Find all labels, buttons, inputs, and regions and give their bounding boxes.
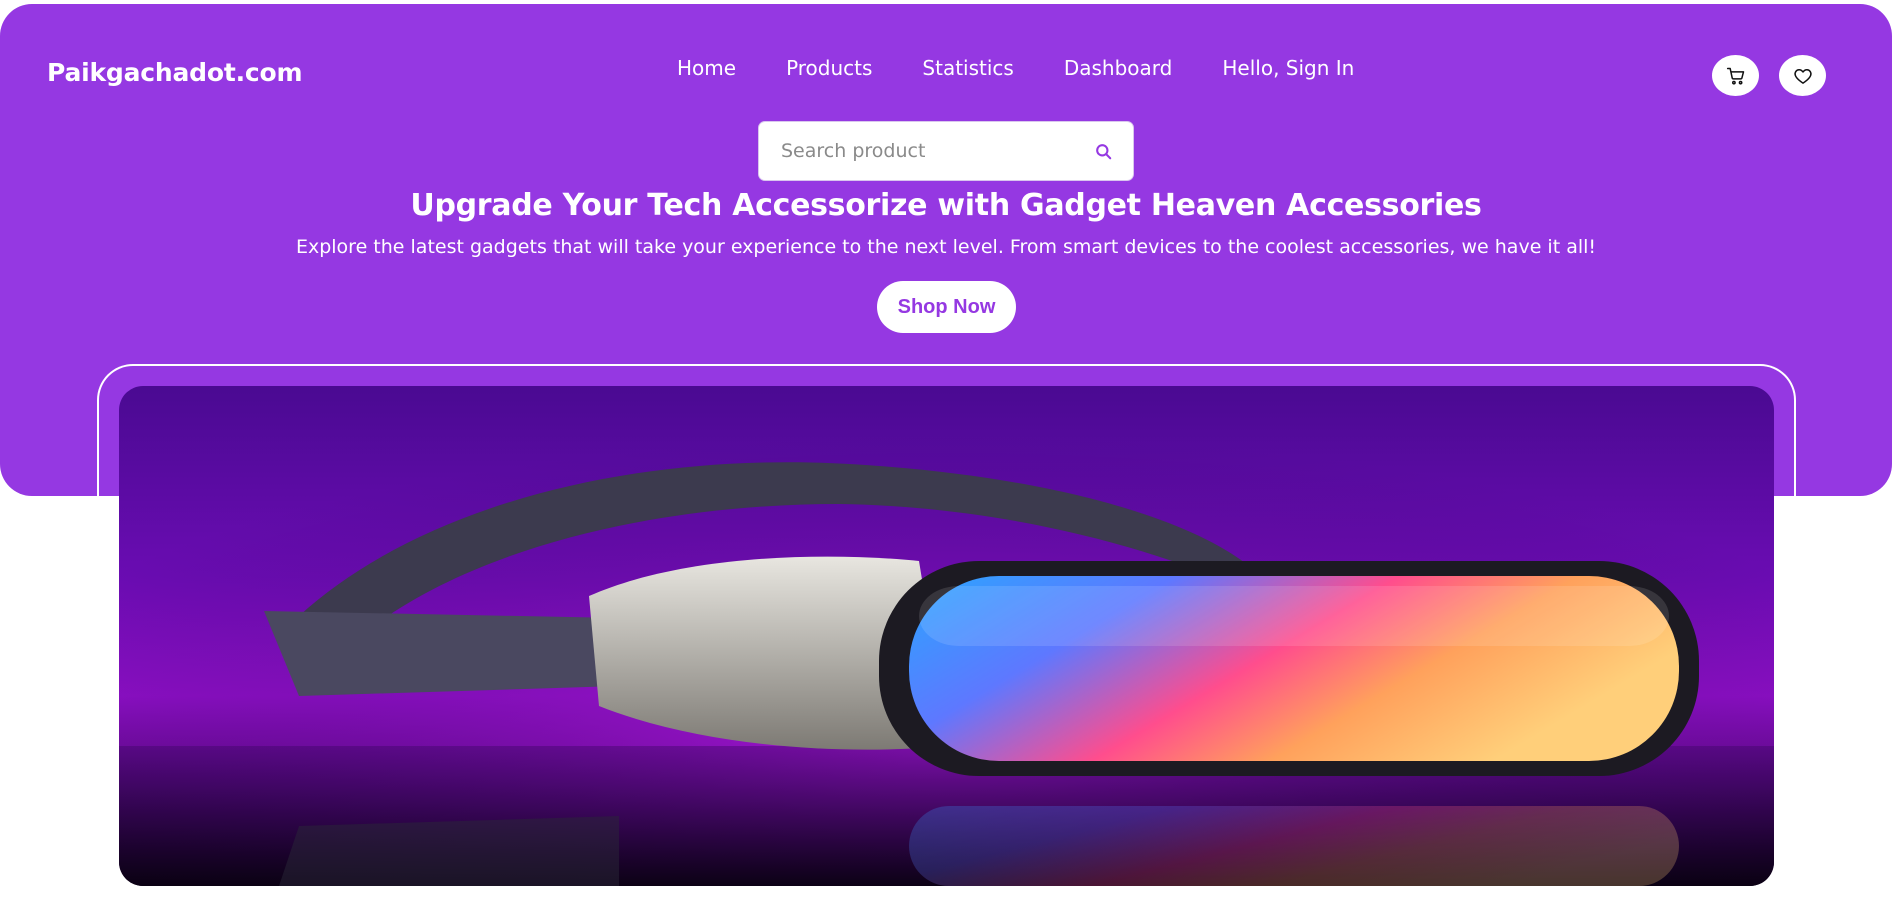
page: Paikgachadot.com Home Products Statistic… [0,0,1892,907]
main-nav: Home Products Statistics Dashboard Hello… [677,56,1354,80]
nav-link-home[interactable]: Home [677,56,736,80]
shop-now-button[interactable]: Shop Now [877,281,1016,333]
nav-link-sign-in[interactable]: Hello, Sign In [1222,56,1354,80]
nav-link-statistics[interactable]: Statistics [922,56,1013,80]
vr-headset-illustration [119,386,1774,886]
heart-icon [1793,68,1812,84]
nav-link-products[interactable]: Products [786,56,872,80]
shopping-cart-icon [1726,67,1744,85]
cart-button[interactable] [1712,55,1759,96]
site-logo[interactable]: Paikgachadot.com [47,58,303,87]
hero-subline: Explore the latest gadgets that will tak… [295,236,1597,258]
hero-headline: Upgrade Your Tech Accessorize with Gadge… [410,188,1482,223]
search-bar [758,121,1134,181]
wishlist-button[interactable] [1779,55,1826,96]
nav-link-dashboard[interactable]: Dashboard [1064,56,1173,80]
search-icon[interactable] [1094,142,1113,161]
hero-product-image [119,386,1774,886]
search-input[interactable] [779,139,1094,163]
